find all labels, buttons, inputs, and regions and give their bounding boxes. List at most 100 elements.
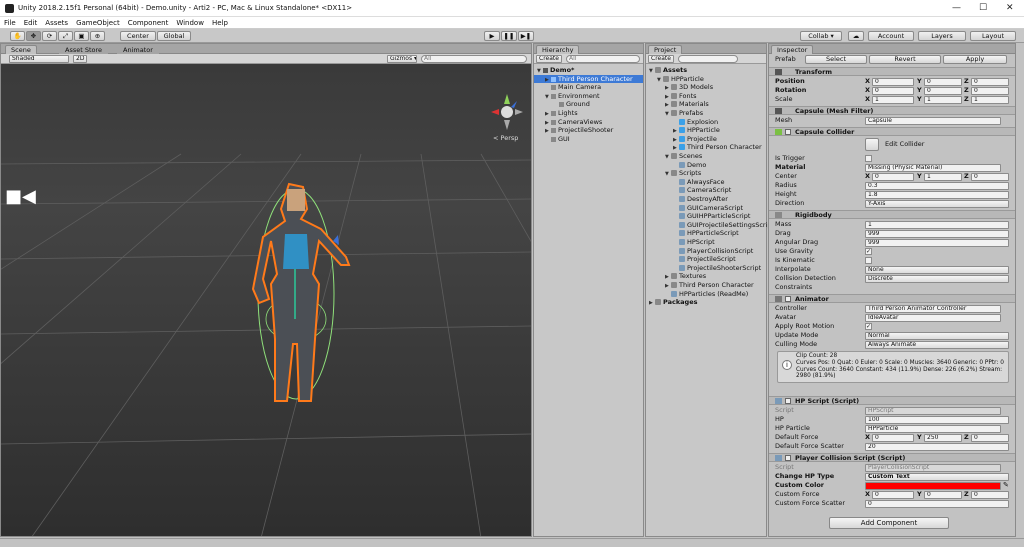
project-search-input[interactable] — [678, 55, 738, 63]
project-item[interactable]: ▶ Materials — [646, 100, 766, 109]
rigidbody-header[interactable]: Rigidbody — [769, 210, 1015, 219]
center-y-field[interactable]: 1 — [924, 173, 962, 181]
prefab-revert-button[interactable]: Revert — [869, 55, 941, 64]
scene-viewport[interactable]: ■◀ < Persp — [1, 64, 531, 536]
change-hp-type-dropdown[interactable]: Custom Text — [865, 473, 1009, 481]
custom-force-y-field[interactable]: 0 — [924, 491, 962, 499]
culling-mode-dropdown[interactable]: Always Animate — [865, 341, 1009, 349]
default-force-scatter-field[interactable]: 20 — [865, 443, 1009, 451]
position-z-field[interactable]: 0 — [971, 78, 1009, 86]
is-trigger-checkbox[interactable] — [865, 155, 872, 162]
cloud-icon[interactable]: ☁ — [848, 31, 864, 41]
tab-hierarchy[interactable]: Hierarchy — [536, 45, 580, 54]
interpolate-dropdown[interactable]: None — [865, 266, 1009, 274]
project-item[interactable]: ▶ Third Person Character — [646, 281, 766, 290]
tab-project[interactable]: Project — [648, 45, 683, 54]
menu-gameobject[interactable]: GameObject — [72, 17, 124, 27]
project-item[interactable]: PlayerCollisionScript — [646, 247, 766, 256]
project-item[interactable]: GUICameraScript — [646, 204, 766, 213]
menu-help[interactable]: Help — [208, 17, 232, 27]
is-kinematic-checkbox[interactable] — [865, 257, 872, 264]
constraints-row[interactable]: Constraints — [769, 283, 1015, 292]
center-z-field[interactable]: 0 — [971, 173, 1009, 181]
transform-header[interactable]: Transform — [769, 67, 1015, 76]
drag-field[interactable]: 999 — [865, 230, 1009, 238]
project-item[interactable]: ▶ Third Person Character — [646, 143, 766, 152]
2d-toggle[interactable]: 2D — [73, 55, 87, 63]
hierarchy-item[interactable]: ▼ Environment — [534, 92, 643, 101]
project-item[interactable]: ▶ Packages — [646, 298, 766, 307]
global-local-toggle[interactable]: Global — [157, 31, 191, 41]
capsule-collider-header[interactable]: Capsule Collider — [769, 127, 1015, 136]
rotation-x-field[interactable]: 0 — [872, 87, 914, 95]
apply-root-motion-checkbox[interactable]: ✓ — [865, 323, 872, 330]
hp-field[interactable]: 100 — [865, 416, 1009, 424]
persp-label[interactable]: < Persp — [493, 134, 518, 142]
project-item[interactable]: ▶ HPParticle — [646, 126, 766, 135]
collision-detection-dropdown[interactable]: Discrete — [865, 275, 1009, 283]
project-item[interactable]: CameraScript — [646, 186, 766, 195]
hp-script-enabled-checkbox[interactable] — [785, 398, 791, 404]
controller-field[interactable]: Third Person Animator Controller — [865, 305, 1001, 313]
material-field[interactable]: Missing (Physic Material) — [865, 164, 1001, 172]
project-item[interactable]: HPParticles (ReadMe) — [646, 290, 766, 299]
project-item[interactable]: ▼ Scripts — [646, 169, 766, 178]
angular-drag-field[interactable]: 999 — [865, 239, 1009, 247]
position-x-field[interactable]: 0 — [872, 78, 914, 86]
project-item[interactable]: ▼ Prefabs — [646, 109, 766, 118]
default-force-x-field[interactable]: 0 — [872, 434, 914, 442]
layers-dropdown[interactable]: Layers — [918, 31, 966, 41]
radius-field[interactable]: 0.3 — [865, 182, 1009, 190]
menu-edit[interactable]: Edit — [20, 17, 42, 27]
project-item[interactable]: ▼ Assets — [646, 66, 766, 75]
project-item[interactable]: ▶ Textures — [646, 272, 766, 281]
project-item[interactable]: Explosion — [646, 118, 766, 127]
collider-enabled-checkbox[interactable] — [785, 129, 791, 135]
mass-field[interactable]: 1 — [865, 221, 1009, 229]
custom-force-x-field[interactable]: 0 — [872, 491, 914, 499]
mesh-field[interactable]: Capsule — [865, 117, 1001, 125]
project-item[interactable]: HPScript — [646, 238, 766, 247]
gizmos-dropdown[interactable]: Gizmos ▾ — [387, 55, 417, 63]
hand-tool-button[interactable]: ✋ — [10, 31, 25, 41]
project-item[interactable]: ▼ Scenes — [646, 152, 766, 161]
direction-dropdown[interactable]: Y-Axis — [865, 200, 1009, 208]
menu-assets[interactable]: Assets — [41, 17, 72, 27]
project-item[interactable]: ▶ Projectile — [646, 135, 766, 144]
default-force-y-field[interactable]: 250 — [924, 434, 962, 442]
eyedropper-icon[interactable]: ✎ — [1003, 481, 1009, 490]
center-x-field[interactable]: 0 — [872, 173, 914, 181]
project-item[interactable]: Demo — [646, 161, 766, 170]
collab-button[interactable]: Collab ▾ — [800, 31, 842, 41]
project-item[interactable]: GUIHPParticleScript — [646, 212, 766, 221]
hierarchy-item[interactable]: ▶ Third Person Character — [534, 74, 643, 84]
scale-z-field[interactable]: 1 — [971, 96, 1009, 104]
height-field[interactable]: 1.8 — [865, 191, 1009, 199]
edit-collider-button[interactable] — [865, 138, 879, 151]
orientation-gizmo-icon[interactable] — [487, 92, 527, 132]
default-force-z-field[interactable]: 0 — [971, 434, 1009, 442]
hierarchy-item[interactable]: ▶ ProjectileShooter — [534, 126, 643, 135]
avatar-field[interactable]: IdleAvatar — [865, 314, 1001, 322]
project-create-button[interactable]: Create ▾ — [648, 55, 674, 63]
animator-header[interactable]: Animator — [769, 294, 1015, 303]
use-gravity-checkbox[interactable]: ✓ — [865, 248, 872, 255]
hierarchy-item[interactable]: ▶ CameraViews — [534, 118, 643, 127]
project-item[interactable]: ProjectileShooterScript — [646, 264, 766, 273]
rect-tool-button[interactable]: ▣ — [74, 31, 89, 41]
move-tool-button[interactable]: ✥ — [26, 31, 41, 41]
prefab-apply-button[interactable]: Apply — [943, 55, 1007, 64]
hierarchy-create-button[interactable]: Create ▾ — [536, 55, 562, 63]
hierarchy-search-input[interactable]: All — [566, 55, 640, 63]
rotate-tool-button[interactable]: ⟳ — [42, 31, 57, 41]
hierarchy-item[interactable]: Ground — [534, 100, 643, 109]
scale-tool-button[interactable]: ⤢ — [58, 31, 73, 41]
project-item[interactable]: HPParticleScript — [646, 229, 766, 238]
add-component-button[interactable]: Add Component — [829, 517, 949, 529]
hierarchy-item[interactable]: GUI — [534, 135, 643, 144]
hierarchy-item[interactable]: ▼ Demo* — [534, 66, 643, 75]
shading-mode-dropdown[interactable]: Shaded — [9, 55, 69, 63]
tab-asset-store[interactable]: Asset Store — [59, 45, 109, 54]
pivot-center-toggle[interactable]: Center — [120, 31, 156, 41]
custom-force-z-field[interactable]: 0 — [971, 491, 1009, 499]
